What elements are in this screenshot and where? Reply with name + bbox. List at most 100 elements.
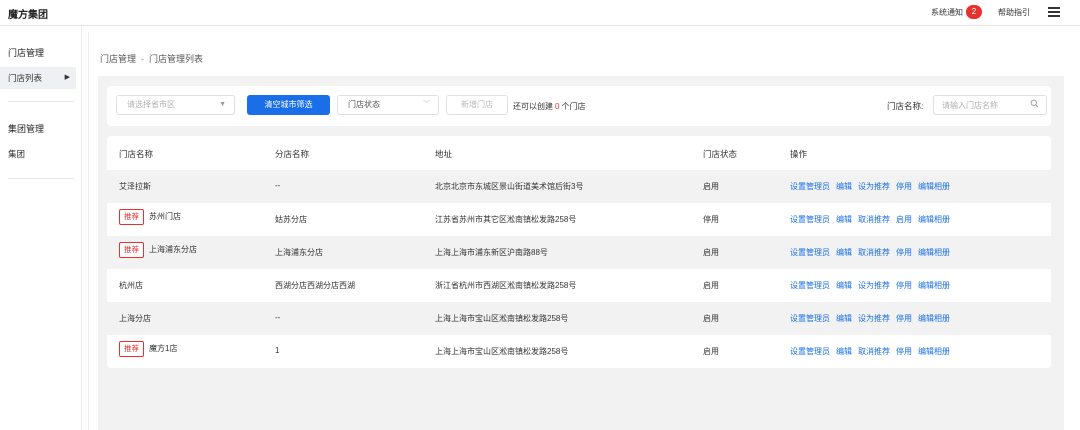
toggle-recommend-link[interactable]: 取消推荐 xyxy=(858,248,890,257)
city-select[interactable]: 请选择省市区 ▼ xyxy=(116,95,235,115)
toggle-status-link[interactable]: 停用 xyxy=(896,314,912,323)
system-notice-link[interactable]: 系统通知 2 xyxy=(931,5,982,19)
cell-store-name: 杭州店 xyxy=(119,280,143,291)
cell-address: 上海上海市浦东新区沪南路88号 xyxy=(435,248,548,257)
store-name-input[interactable] xyxy=(942,96,1030,114)
cell-store-name: 推荐 魔方1店 xyxy=(119,341,177,357)
set-admin-link[interactable]: 设置管理员 xyxy=(790,281,830,290)
cell-status: 启用 xyxy=(703,248,719,257)
store-status-placeholder: 门店状态 xyxy=(348,100,380,109)
store-name-text: 上海分店 xyxy=(119,314,151,323)
cell-branch-name: 1 xyxy=(275,346,280,355)
store-name-text: 魔方1店 xyxy=(149,344,178,353)
search-icon[interactable] xyxy=(1030,99,1039,108)
toggle-recommend-link[interactable]: 设为推荐 xyxy=(858,314,890,323)
store-name-text: 上海浦东分店 xyxy=(149,245,197,254)
edit-album-link[interactable]: 编辑相册 xyxy=(918,248,950,257)
row-actions: 设置管理员 编辑 设为推荐 停用 编辑相册 xyxy=(790,181,956,192)
help-guide-link[interactable]: 帮助指引 xyxy=(998,7,1030,18)
edit-link[interactable]: 编辑 xyxy=(836,215,852,224)
sidebar-divider xyxy=(8,101,74,102)
city-select-placeholder: 请选择省市区 xyxy=(127,100,175,109)
set-admin-link[interactable]: 设置管理员 xyxy=(790,215,830,224)
edit-album-link[interactable]: 编辑相册 xyxy=(918,314,950,323)
edit-album-link[interactable]: 编辑相册 xyxy=(918,215,950,224)
sidebar-item-store-list[interactable]: 门店列表 ▶ xyxy=(0,67,76,89)
store-status-select[interactable]: 门店状态 ﹀ xyxy=(337,95,439,115)
store-name-label: 门店名称: xyxy=(887,101,924,111)
cell-status: 启用 xyxy=(703,347,719,356)
edit-link[interactable]: 编辑 xyxy=(836,314,852,323)
hamburger-menu-icon[interactable] xyxy=(1048,7,1060,17)
quota-count: 0 xyxy=(555,102,560,111)
set-admin-link[interactable]: 设置管理员 xyxy=(790,182,830,191)
breadcrumb-parent[interactable]: 门店管理 xyxy=(100,54,136,64)
column-header-status: 门店状态 xyxy=(703,149,738,159)
table-row: 推荐 苏州门店 姑苏分店 江苏省苏州市其它区淞南镇松发路258号 停用 设置管理员 编辑 取消… xyxy=(107,203,1051,236)
sidebar-divider xyxy=(8,178,74,179)
recommend-tag: 推荐 xyxy=(119,341,144,357)
set-admin-link[interactable]: 设置管理员 xyxy=(790,347,830,356)
top-right-actions: 系统通知 2 帮助指引 xyxy=(931,5,1060,19)
edit-album-link[interactable]: 编辑相册 xyxy=(918,182,950,191)
store-quota-text: 还可以创建 0 个门店 xyxy=(513,101,585,112)
breadcrumb: 门店管理 - 门店管理列表 xyxy=(100,52,203,65)
table-header: 门店名称 分店名称 地址 门店状态 操作 xyxy=(107,136,1051,170)
row-actions: 设置管理员 编辑 取消推荐 停用 编辑相册 xyxy=(790,247,956,258)
row-actions: 设置管理员 编辑 取消推荐 停用 编辑相册 xyxy=(790,346,956,357)
row-actions: 设置管理员 编辑 取消推荐 启用 编辑相册 xyxy=(790,214,956,225)
cell-address: 江苏省苏州市其它区淞南镇松发路258号 xyxy=(435,215,577,224)
toggle-status-link[interactable]: 停用 xyxy=(896,281,912,290)
column-header-store-name: 门店名称 xyxy=(119,149,154,159)
cell-address: 北京北京市东城区景山街道美术馆后街3号 xyxy=(435,182,584,191)
main-content: 门店管理 - 门店管理列表 请选择省市区 ▼ 清空城市筛选 门店状态 ﹀ 新增门店 … xyxy=(88,32,1074,430)
table-row: 推荐 魔方1店 1 上海上海市宝山区淞南镇松发路258号 启用 设置管理员 编辑 取消推荐 停用… xyxy=(107,335,1051,368)
cell-address: 浙江省杭州市西湖区淞南镇松发路258号 xyxy=(435,281,577,290)
clear-city-filter-button[interactable]: 清空城市筛选 xyxy=(247,95,330,115)
store-table: 门店名称 分店名称 地址 门店状态 操作 艾泽拉斯 -- 北京北京市东城区景山街道美… xyxy=(107,136,1051,368)
toggle-status-link[interactable]: 停用 xyxy=(896,182,912,191)
cell-status: 停用 xyxy=(703,215,719,224)
add-store-button[interactable]: 新增门店 xyxy=(446,95,508,115)
store-name-search xyxy=(933,95,1047,115)
column-header-address: 地址 xyxy=(435,149,453,159)
cell-address: 上海上海市宝山区淞南镇松发路258号 xyxy=(435,314,569,323)
notice-count-badge: 2 xyxy=(966,5,982,19)
toggle-status-link[interactable]: 启用 xyxy=(896,215,912,224)
set-admin-link[interactable]: 设置管理员 xyxy=(790,314,830,323)
filter-bar: 请选择省市区 ▼ 清空城市筛选 门店状态 ﹀ 新增门店 还可以创建 0 个门店 门店… xyxy=(107,86,1051,126)
table-row: 推荐 上海浦东分店 上海浦东分店 上海上海市浦东新区沪南路88号 启用 设置管理员 编辑 取消… xyxy=(107,236,1051,269)
cell-address: 上海上海市宝山区淞南镇松发路258号 xyxy=(435,347,569,356)
cell-status: 启用 xyxy=(703,314,719,323)
edit-album-link[interactable]: 编辑相册 xyxy=(918,281,950,290)
toggle-recommend-link[interactable]: 设为推荐 xyxy=(858,281,890,290)
cell-store-name: 推荐 上海浦东分店 xyxy=(119,242,197,258)
set-admin-link[interactable]: 设置管理员 xyxy=(790,248,830,257)
edit-link[interactable]: 编辑 xyxy=(836,347,852,356)
edit-album-link[interactable]: 编辑相册 xyxy=(918,347,950,356)
edit-link[interactable]: 编辑 xyxy=(836,248,852,257)
toggle-status-link[interactable]: 停用 xyxy=(896,248,912,257)
system-notice-label: 系统通知 xyxy=(931,7,963,17)
cell-status: 启用 xyxy=(703,182,719,191)
toggle-status-link[interactable]: 停用 xyxy=(896,347,912,356)
sidebar-group-group-management: 集团管理 xyxy=(8,124,45,134)
cell-store-name: 上海分店 xyxy=(119,313,151,324)
table-row: 杭州店 西湖分店西湖分店西湖 浙江省杭州市西湖区淞南镇松发路258号 启用 设置管理员编… xyxy=(107,269,1051,302)
cell-branch-name: 上海浦东分店 xyxy=(275,248,323,257)
row-actions: 设置管理员 编辑 设为推荐 停用 编辑相册 xyxy=(790,280,956,291)
row-actions: 设置管理员 编辑 设为推荐 停用 编辑相册 xyxy=(790,313,956,324)
sidebar-item-label: 门店列表 xyxy=(8,73,43,83)
toggle-recommend-link[interactable]: 取消推荐 xyxy=(858,215,890,224)
store-name-text: 杭州店 xyxy=(119,281,143,290)
sidebar-item-group[interactable]: 集团 xyxy=(0,143,76,165)
table-row: 上海分店 -- 上海上海市宝山区淞南镇松发路258号 启用 设置管理员 编辑 设为推荐 停用编… xyxy=(107,302,1051,335)
toggle-recommend-link[interactable]: 设为推荐 xyxy=(858,182,890,191)
toggle-recommend-link[interactable]: 取消推荐 xyxy=(858,347,890,356)
cell-branch-name: 姑苏分店 xyxy=(275,215,307,224)
edit-link[interactable]: 编辑 xyxy=(836,182,852,191)
quota-suffix: 个门店 xyxy=(561,102,586,111)
brand-title: 魔方集团 xyxy=(8,10,48,21)
edit-link[interactable]: 编辑 xyxy=(836,281,852,290)
cell-branch-name: -- xyxy=(275,313,281,322)
